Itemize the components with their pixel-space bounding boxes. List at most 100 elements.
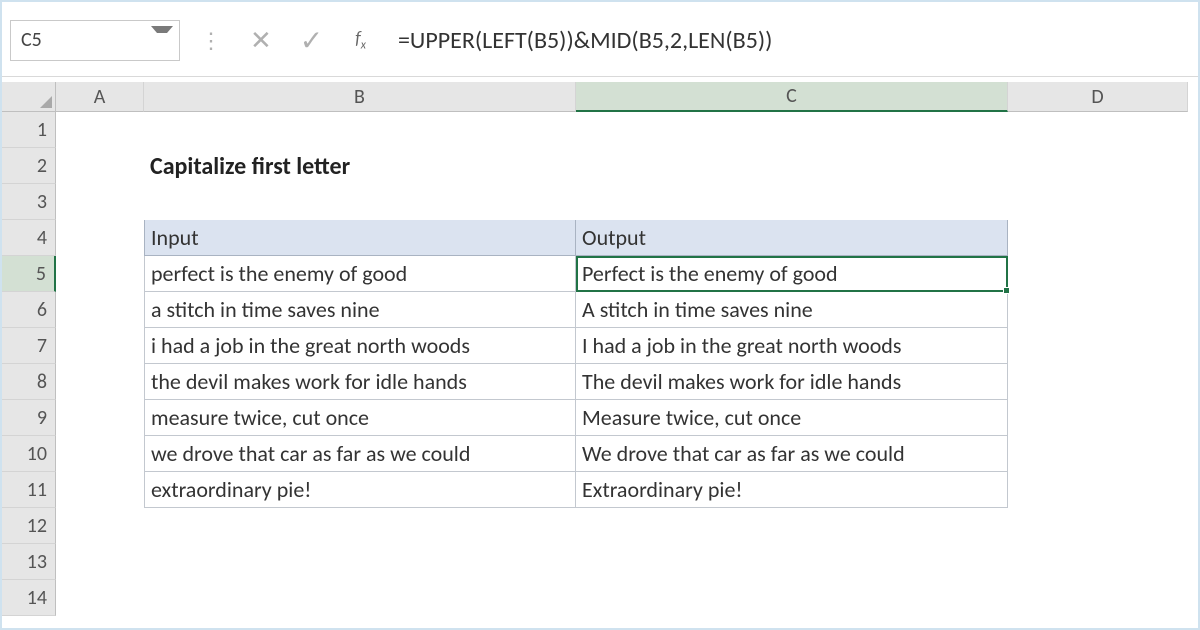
- column-header-B[interactable]: B: [144, 82, 576, 112]
- cell[interactable]: [1008, 580, 1188, 616]
- cell[interactable]: [56, 580, 144, 616]
- row-header-1[interactable]: 1: [2, 112, 56, 148]
- cell[interactable]: [144, 508, 576, 544]
- row-header-5[interactable]: 5: [2, 256, 56, 292]
- cell[interactable]: [144, 112, 576, 148]
- row-header-12[interactable]: 12: [2, 508, 56, 544]
- cell[interactable]: [56, 544, 144, 580]
- row-header-6[interactable]: 6: [2, 292, 56, 328]
- cell[interactable]: [1008, 292, 1188, 328]
- cell[interactable]: [56, 364, 144, 400]
- cell[interactable]: [1008, 364, 1188, 400]
- row-header-2[interactable]: 2: [2, 148, 56, 184]
- table-cell-output[interactable]: Extraordinary pie!: [576, 472, 1008, 508]
- column-header-A[interactable]: A: [56, 82, 144, 112]
- cell[interactable]: [576, 580, 1008, 616]
- cell[interactable]: [1008, 184, 1188, 220]
- cell[interactable]: [1008, 148, 1188, 184]
- row-header-label: 3: [37, 190, 47, 214]
- table-cell-output[interactable]: Measure twice, cut once: [576, 400, 1008, 436]
- table-cell-output[interactable]: I had a job in the great north woods: [576, 328, 1008, 364]
- cell[interactable]: [1008, 112, 1188, 148]
- row-header-8[interactable]: 8: [2, 364, 56, 400]
- cell[interactable]: [1008, 544, 1188, 580]
- cell-text: the devil makes work for idle hands: [151, 368, 467, 395]
- cell[interactable]: [1008, 472, 1188, 508]
- table-cell-output[interactable]: The devil makes work for idle hands: [576, 364, 1008, 400]
- row-header-column: 1 2 3 4 5 6 7 8 9 10 11 12 13 14: [2, 112, 56, 616]
- cell[interactable]: [1008, 400, 1188, 436]
- page-title[interactable]: Capitalize first letter: [144, 148, 576, 184]
- cell[interactable]: [56, 400, 144, 436]
- row-header-label: 1: [37, 118, 47, 142]
- cell[interactable]: [576, 112, 1008, 148]
- row-header-7[interactable]: 7: [2, 328, 56, 364]
- cell[interactable]: [1008, 436, 1188, 472]
- expand-icon[interactable]: ⋮: [200, 27, 222, 54]
- cell[interactable]: [56, 508, 144, 544]
- cell-text: a stitch in time saves nine: [151, 296, 380, 323]
- enter-icon[interactable]: ✓: [300, 23, 323, 58]
- column-header-D[interactable]: D: [1008, 82, 1188, 112]
- cell[interactable]: [56, 256, 144, 292]
- table-cell-output[interactable]: We drove that car as far as we could: [576, 436, 1008, 472]
- cell[interactable]: [56, 184, 144, 220]
- cell[interactable]: [56, 328, 144, 364]
- row-header-label: 6: [37, 298, 47, 322]
- table-cell-input[interactable]: a stitch in time saves nine: [144, 292, 576, 328]
- cell[interactable]: [144, 184, 576, 220]
- cell[interactable]: [56, 148, 144, 184]
- cell[interactable]: [56, 436, 144, 472]
- row-header-label: 8: [37, 370, 47, 394]
- cell[interactable]: [576, 508, 1008, 544]
- select-all-corner[interactable]: [2, 82, 56, 112]
- row-header-4[interactable]: 4: [2, 220, 56, 256]
- cell[interactable]: [1008, 220, 1188, 256]
- name-box-value: C5: [11, 28, 42, 52]
- row-header-3[interactable]: 3: [2, 184, 56, 220]
- cell[interactable]: [144, 544, 576, 580]
- column-header-label: C: [786, 84, 797, 108]
- cell[interactable]: [576, 544, 1008, 580]
- row-header-label: 14: [27, 586, 47, 610]
- row-header-label: 2: [37, 154, 47, 178]
- cells-area[interactable]: Capitalize first letter Input Output per…: [56, 112, 1198, 628]
- column-header-C[interactable]: C: [576, 82, 1008, 112]
- formula-input[interactable]: =UPPER(LEFT(B5))&MID(B5,2,LEN(B5)): [392, 20, 1190, 61]
- row-header-9[interactable]: 9: [2, 400, 56, 436]
- cell[interactable]: [144, 580, 576, 616]
- cancel-icon[interactable]: ✕: [250, 24, 272, 56]
- cell[interactable]: [1008, 508, 1188, 544]
- row-header-10[interactable]: 10: [2, 436, 56, 472]
- name-box[interactable]: C5: [10, 20, 180, 61]
- table-cell-input[interactable]: extraordinary pie!: [144, 472, 576, 508]
- table-header-input[interactable]: Input: [144, 220, 576, 256]
- row-header-13[interactable]: 13: [2, 544, 56, 580]
- table-header-output[interactable]: Output: [576, 220, 1008, 256]
- column-header-label: B: [354, 85, 365, 109]
- cell[interactable]: [1008, 256, 1188, 292]
- table-cell-output[interactable]: A stitch in time saves nine: [576, 292, 1008, 328]
- cell[interactable]: [576, 184, 1008, 220]
- cell[interactable]: [56, 112, 144, 148]
- table-cell-output[interactable]: Perfect is the enemy of good: [576, 256, 1008, 292]
- header-text: Output: [582, 224, 646, 251]
- table-cell-input[interactable]: measure twice, cut once: [144, 400, 576, 436]
- cell-text: Extraordinary pie!: [582, 476, 743, 503]
- table-cell-input[interactable]: we drove that car as far as we could: [144, 436, 576, 472]
- name-box-dropdown-icon[interactable]: [141, 33, 173, 47]
- row-header-label: 10: [27, 442, 47, 466]
- table-cell-input[interactable]: i had a job in the great north woods: [144, 328, 576, 364]
- row-header-14[interactable]: 14: [2, 580, 56, 616]
- table-cell-input[interactable]: the devil makes work for idle hands: [144, 364, 576, 400]
- fx-icon[interactable]: fx: [355, 27, 366, 53]
- cell[interactable]: [56, 220, 144, 256]
- row-header-11[interactable]: 11: [2, 472, 56, 508]
- cell-text: perfect is the enemy of good: [151, 260, 407, 287]
- cell[interactable]: [56, 292, 144, 328]
- cell[interactable]: [56, 472, 144, 508]
- cell-text: Measure twice, cut once: [582, 404, 801, 431]
- table-cell-input[interactable]: perfect is the enemy of good: [144, 256, 576, 292]
- cell[interactable]: [576, 148, 1008, 184]
- cell[interactable]: [1008, 328, 1188, 364]
